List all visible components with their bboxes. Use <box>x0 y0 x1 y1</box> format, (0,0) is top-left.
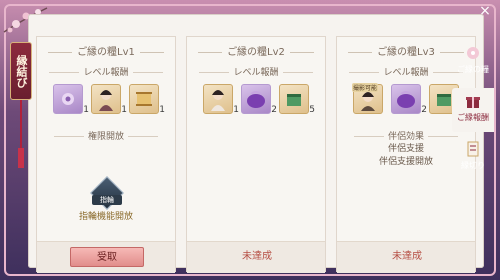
not-achieved-label: 未達成 <box>392 251 422 262</box>
reward-heading: レベル報酬 <box>187 65 325 78</box>
game-window: × ご縁の糧Lv1 レベル報酬 1 1 1 権限開放 指輪 指輪機能開放 受取 … <box>0 0 500 280</box>
purple-flower-icon[interactable]: 1 <box>53 84 89 115</box>
tab-label: 縁切り <box>461 161 485 170</box>
photo-available-badge: 撮影可能 <box>352 83 379 92</box>
tab-bond-rewards[interactable]: ご縁報酬 <box>452 88 494 132</box>
item-count: 1 <box>121 105 127 115</box>
reward-items: 1 1 1 <box>37 84 175 115</box>
unlock-heading: 権限開放 <box>37 129 175 142</box>
item-count: 1 <box>159 105 165 115</box>
purple-pouch-icon[interactable]: 2 <box>391 84 427 115</box>
tab-label: ご縁の糧 <box>457 65 489 74</box>
flower-icon <box>467 47 479 59</box>
tab-label: ご縁報酬 <box>457 113 489 122</box>
green-box-icon[interactable]: 5 <box>279 84 315 115</box>
item-count: 5 <box>309 105 315 115</box>
reward-items: 1 2 5 <box>187 84 325 115</box>
item-count: 1 <box>83 105 89 115</box>
level-column-2: ご縁の糧Lv2 レベル報酬 1 2 5 未達成 <box>186 36 326 273</box>
character-portrait-icon[interactable]: 1 <box>203 84 239 115</box>
scissors-icon <box>467 141 479 157</box>
item-count: 1 <box>233 105 239 115</box>
reward-heading: レベル報酬 <box>37 65 175 78</box>
claim-button[interactable]: 受取 <box>70 247 144 267</box>
tab-bond-sustenance[interactable]: ご縁の糧 <box>452 40 494 84</box>
ring-badge: 指輪 <box>92 195 122 205</box>
gold-scroll-icon[interactable]: 1 <box>129 84 165 115</box>
character-portrait-icon[interactable]: 1 <box>91 84 127 115</box>
item-count: 2 <box>421 105 427 115</box>
item-count: 2 <box>271 105 277 115</box>
character-portrait-icon[interactable]: 撮影可能 <box>352 83 383 114</box>
purple-pouch-icon[interactable]: 2 <box>241 84 277 115</box>
main-panel: ご縁の糧Lv1 レベル報酬 1 1 1 権限開放 指輪 指輪機能開放 受取 ご縁… <box>28 14 484 273</box>
unlock-description: 指輪機能開放 <box>78 212 133 222</box>
side-tabs: ご縁の糧 ご縁報酬 縁切り <box>452 40 494 200</box>
not-achieved-label: 未達成 <box>242 251 272 262</box>
matchmaking-tab[interactable]: 縁結び <box>10 42 32 100</box>
level-column-1: ご縁の糧Lv1 レベル報酬 1 1 1 権限開放 指輪 指輪機能開放 受取 <box>36 36 176 273</box>
column-title: ご縁の糧Lv2 <box>187 43 325 58</box>
tab-bond-cut[interactable]: 縁切り <box>452 136 494 180</box>
gift-icon <box>466 97 480 108</box>
column-title: ご縁の糧Lv1 <box>37 43 175 58</box>
tassel-decoration <box>18 100 24 168</box>
